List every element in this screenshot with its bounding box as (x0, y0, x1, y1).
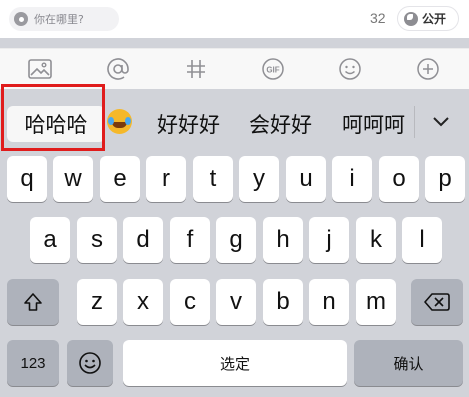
key-y[interactable]: y (239, 156, 279, 202)
location-button[interactable]: 你在哪里? (9, 7, 119, 31)
key-z[interactable]: z (77, 279, 117, 325)
visibility-button[interactable]: 公开 (397, 6, 459, 31)
image-icon[interactable] (26, 55, 54, 83)
key-e[interactable]: e (100, 156, 140, 202)
laughing-emoji-icon[interactable] (107, 109, 132, 134)
key-p[interactable]: p (425, 156, 465, 202)
key-f[interactable]: f (170, 217, 210, 263)
key-q[interactable]: q (7, 156, 47, 202)
key-t[interactable]: t (193, 156, 233, 202)
candidate-divider (414, 106, 415, 138)
key-i[interactable]: i (332, 156, 372, 202)
space-select-key[interactable]: 选定 (123, 340, 347, 386)
compose-toolbar: GIF (0, 48, 469, 89)
key-h[interactable]: h (263, 217, 303, 263)
plus-icon[interactable] (414, 55, 442, 83)
location-placeholder: 你在哪里? (34, 13, 84, 26)
shift-key[interactable] (7, 279, 59, 325)
key-k[interactable]: k (356, 217, 396, 263)
key-u[interactable]: u (286, 156, 326, 202)
key-x[interactable]: x (123, 279, 163, 325)
key-d[interactable]: d (123, 217, 163, 263)
backspace-icon (424, 293, 450, 311)
at-icon[interactable] (104, 55, 132, 83)
candidate-4[interactable]: 呵呵呵 (342, 106, 405, 142)
candidate-2[interactable]: 好好好 (157, 106, 220, 142)
character-count: 32 (370, 10, 386, 26)
key-j[interactable]: j (309, 217, 349, 263)
key-s[interactable]: s (77, 217, 117, 263)
gif-icon[interactable]: GIF (259, 55, 287, 83)
compose-meta-row: 你在哪里? 32 公开 (0, 0, 469, 38)
key-c[interactable]: c (170, 279, 210, 325)
globe-icon (404, 11, 418, 26)
emoji-key[interactable] (67, 340, 113, 386)
highlight-box (1, 84, 105, 151)
smiley-icon (79, 352, 101, 374)
candidate-3[interactable]: 会好好 (249, 106, 312, 142)
key-v[interactable]: v (216, 279, 256, 325)
key-l[interactable]: l (402, 217, 442, 263)
smiley-icon[interactable] (336, 55, 364, 83)
gif-label: GIF (266, 66, 279, 75)
delete-key[interactable] (411, 279, 463, 325)
numbers-key[interactable]: 123 (7, 340, 59, 386)
key-n[interactable]: n (309, 279, 349, 325)
hashtag-icon[interactable] (182, 55, 210, 83)
visibility-label: 公开 (422, 12, 447, 26)
key-w[interactable]: w (53, 156, 93, 202)
key-b[interactable]: b (263, 279, 303, 325)
chevron-down-icon[interactable] (429, 109, 453, 133)
location-pin-icon (14, 12, 28, 26)
key-a[interactable]: a (30, 217, 70, 263)
key-g[interactable]: g (216, 217, 256, 263)
key-m[interactable]: m (356, 279, 396, 325)
key-r[interactable]: r (146, 156, 186, 202)
key-o[interactable]: o (379, 156, 419, 202)
shift-arrow-icon (24, 293, 42, 311)
confirm-key[interactable]: 确认 (354, 340, 463, 386)
